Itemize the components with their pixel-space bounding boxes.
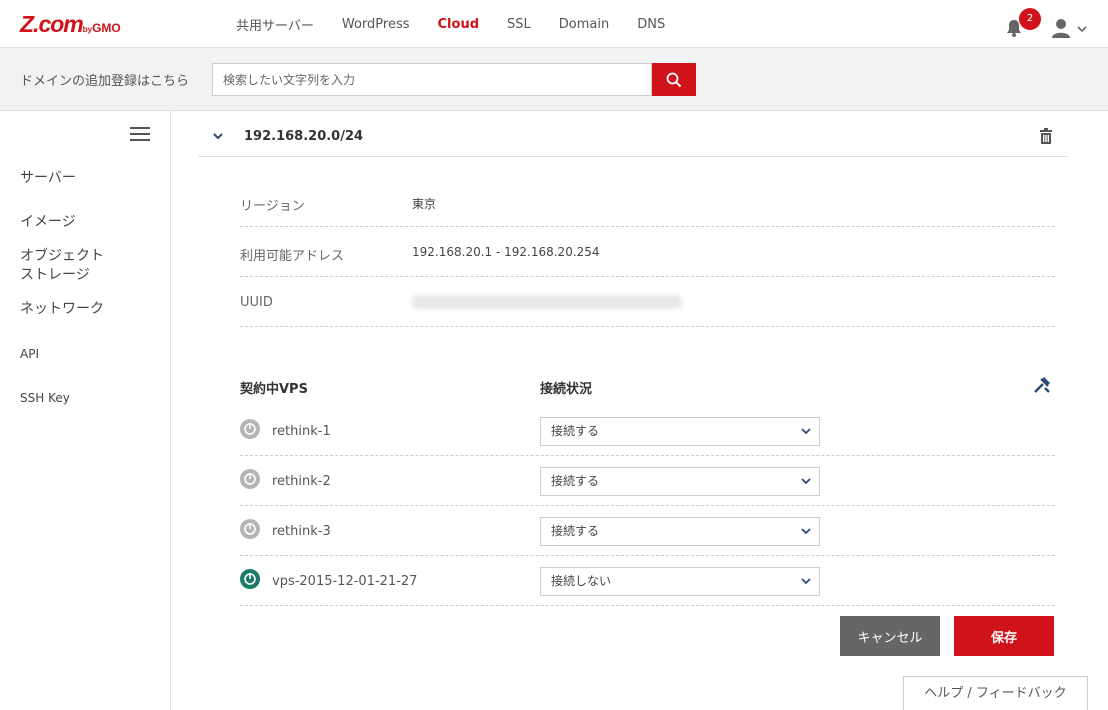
table-row: vps-2015-12-01-21-27 接続しない bbox=[240, 556, 1055, 606]
vps-column-header: 契約中VPS bbox=[240, 382, 308, 397]
search-button[interactable] bbox=[652, 63, 696, 96]
sidebar-item-server[interactable]: サーバー bbox=[20, 169, 76, 188]
vps-name: rethink-2 bbox=[272, 474, 331, 489]
table-row: rethink-1 接続する bbox=[240, 406, 1055, 456]
connection-select-value: 接続しない bbox=[551, 574, 612, 588]
nav-domain[interactable]: Domain bbox=[559, 17, 609, 32]
chevron-down-icon[interactable] bbox=[212, 130, 224, 142]
network-panel-header: 192.168.20.0/24 bbox=[198, 116, 1068, 157]
hamburger-menu-icon[interactable] bbox=[130, 127, 150, 141]
power-off-icon bbox=[240, 469, 260, 489]
vps-name: rethink-3 bbox=[272, 524, 331, 539]
region-value: 東京 bbox=[412, 197, 437, 211]
sidebar-item-object-storage[interactable]: オブジェクト ストレージ bbox=[20, 247, 104, 285]
connection-select[interactable]: 接続する bbox=[540, 417, 820, 446]
domain-search-bar: ドメインの追加登録はこちら bbox=[0, 48, 1108, 111]
connection-select-value: 接続する bbox=[551, 524, 600, 538]
domain-register-link[interactable]: ドメインの追加登録はこちら bbox=[20, 70, 189, 89]
table-row: rethink-3 接続する bbox=[240, 506, 1055, 556]
sidebar-item-api[interactable]: API bbox=[20, 345, 39, 364]
nav-cloud[interactable]: Cloud bbox=[438, 17, 480, 32]
vps-table-header: 契約中VPS 接続状況 bbox=[240, 372, 1055, 402]
nav-wordpress[interactable]: WordPress bbox=[342, 17, 410, 32]
sidebar-item-image[interactable]: イメージ bbox=[20, 213, 76, 232]
nav-dns[interactable]: DNS bbox=[637, 17, 665, 32]
power-on-icon bbox=[240, 569, 260, 589]
sidebar-item-network[interactable]: ネットワーク bbox=[20, 300, 104, 319]
vps-name: rethink-1 bbox=[272, 424, 331, 439]
sidebar-item-ssh-key[interactable]: SSH Key bbox=[20, 389, 70, 408]
top-bar: Z.combyGMO 共用サーバー WordPress Cloud SSL Do… bbox=[0, 0, 1108, 48]
vps-name: vps-2015-12-01-21-27 bbox=[272, 574, 418, 589]
sidebar-item-label: ストレージ bbox=[20, 267, 90, 283]
connection-select[interactable]: 接続する bbox=[540, 467, 820, 496]
info-row-uuid: UUID bbox=[240, 277, 1055, 327]
sidebar-item-label: オブジェクト bbox=[20, 248, 104, 264]
search-icon bbox=[666, 72, 682, 87]
connection-select-value: 接続する bbox=[551, 474, 600, 488]
info-row-region: リージョン 東京 bbox=[240, 177, 1055, 227]
address-value: 192.168.20.1 - 192.168.20.254 bbox=[412, 245, 600, 259]
power-off-icon bbox=[240, 519, 260, 539]
power-off-icon bbox=[240, 419, 260, 439]
user-menu-icon[interactable] bbox=[1051, 18, 1091, 40]
connection-select[interactable]: 接続する bbox=[540, 517, 820, 546]
sidebar: サーバー イメージ オブジェクト ストレージ ネットワーク API SSH Ke… bbox=[0, 111, 171, 710]
chevron-down-icon bbox=[801, 428, 811, 435]
connection-select-value: 接続する bbox=[551, 424, 600, 438]
save-button[interactable]: 保存 bbox=[954, 616, 1054, 656]
notification-badge: 2 bbox=[1019, 8, 1041, 30]
info-row-address: 利用可能アドレス 192.168.20.1 - 192.168.20.254 bbox=[240, 227, 1055, 277]
address-label: 利用可能アドレス bbox=[240, 249, 345, 264]
tools-icon[interactable] bbox=[1032, 375, 1052, 395]
help-feedback-button[interactable]: ヘルプ / フィードバック bbox=[903, 676, 1088, 710]
chevron-down-icon bbox=[801, 528, 811, 535]
trash-icon[interactable] bbox=[1039, 128, 1053, 144]
table-row: rethink-2 接続する bbox=[240, 456, 1055, 506]
region-label: リージョン bbox=[240, 199, 305, 214]
connection-select[interactable]: 接続しない bbox=[540, 567, 820, 596]
nav-shared-server[interactable]: 共用サーバー bbox=[236, 15, 314, 34]
nav-ssl[interactable]: SSL bbox=[507, 17, 531, 32]
uuid-label: UUID bbox=[240, 295, 273, 310]
search-input[interactable] bbox=[212, 63, 652, 96]
main-nav: 共用サーバー WordPress Cloud SSL Domain DNS bbox=[236, 0, 693, 48]
cancel-button[interactable]: キャンセル bbox=[840, 616, 940, 656]
uuid-value-redacted bbox=[412, 295, 682, 309]
network-title: 192.168.20.0/24 bbox=[244, 129, 364, 144]
zcom-logo[interactable]: Z.combyGMO bbox=[20, 12, 121, 42]
chevron-down-icon bbox=[801, 478, 811, 485]
status-column-header: 接続状況 bbox=[540, 382, 593, 397]
chevron-down-icon bbox=[801, 578, 811, 585]
